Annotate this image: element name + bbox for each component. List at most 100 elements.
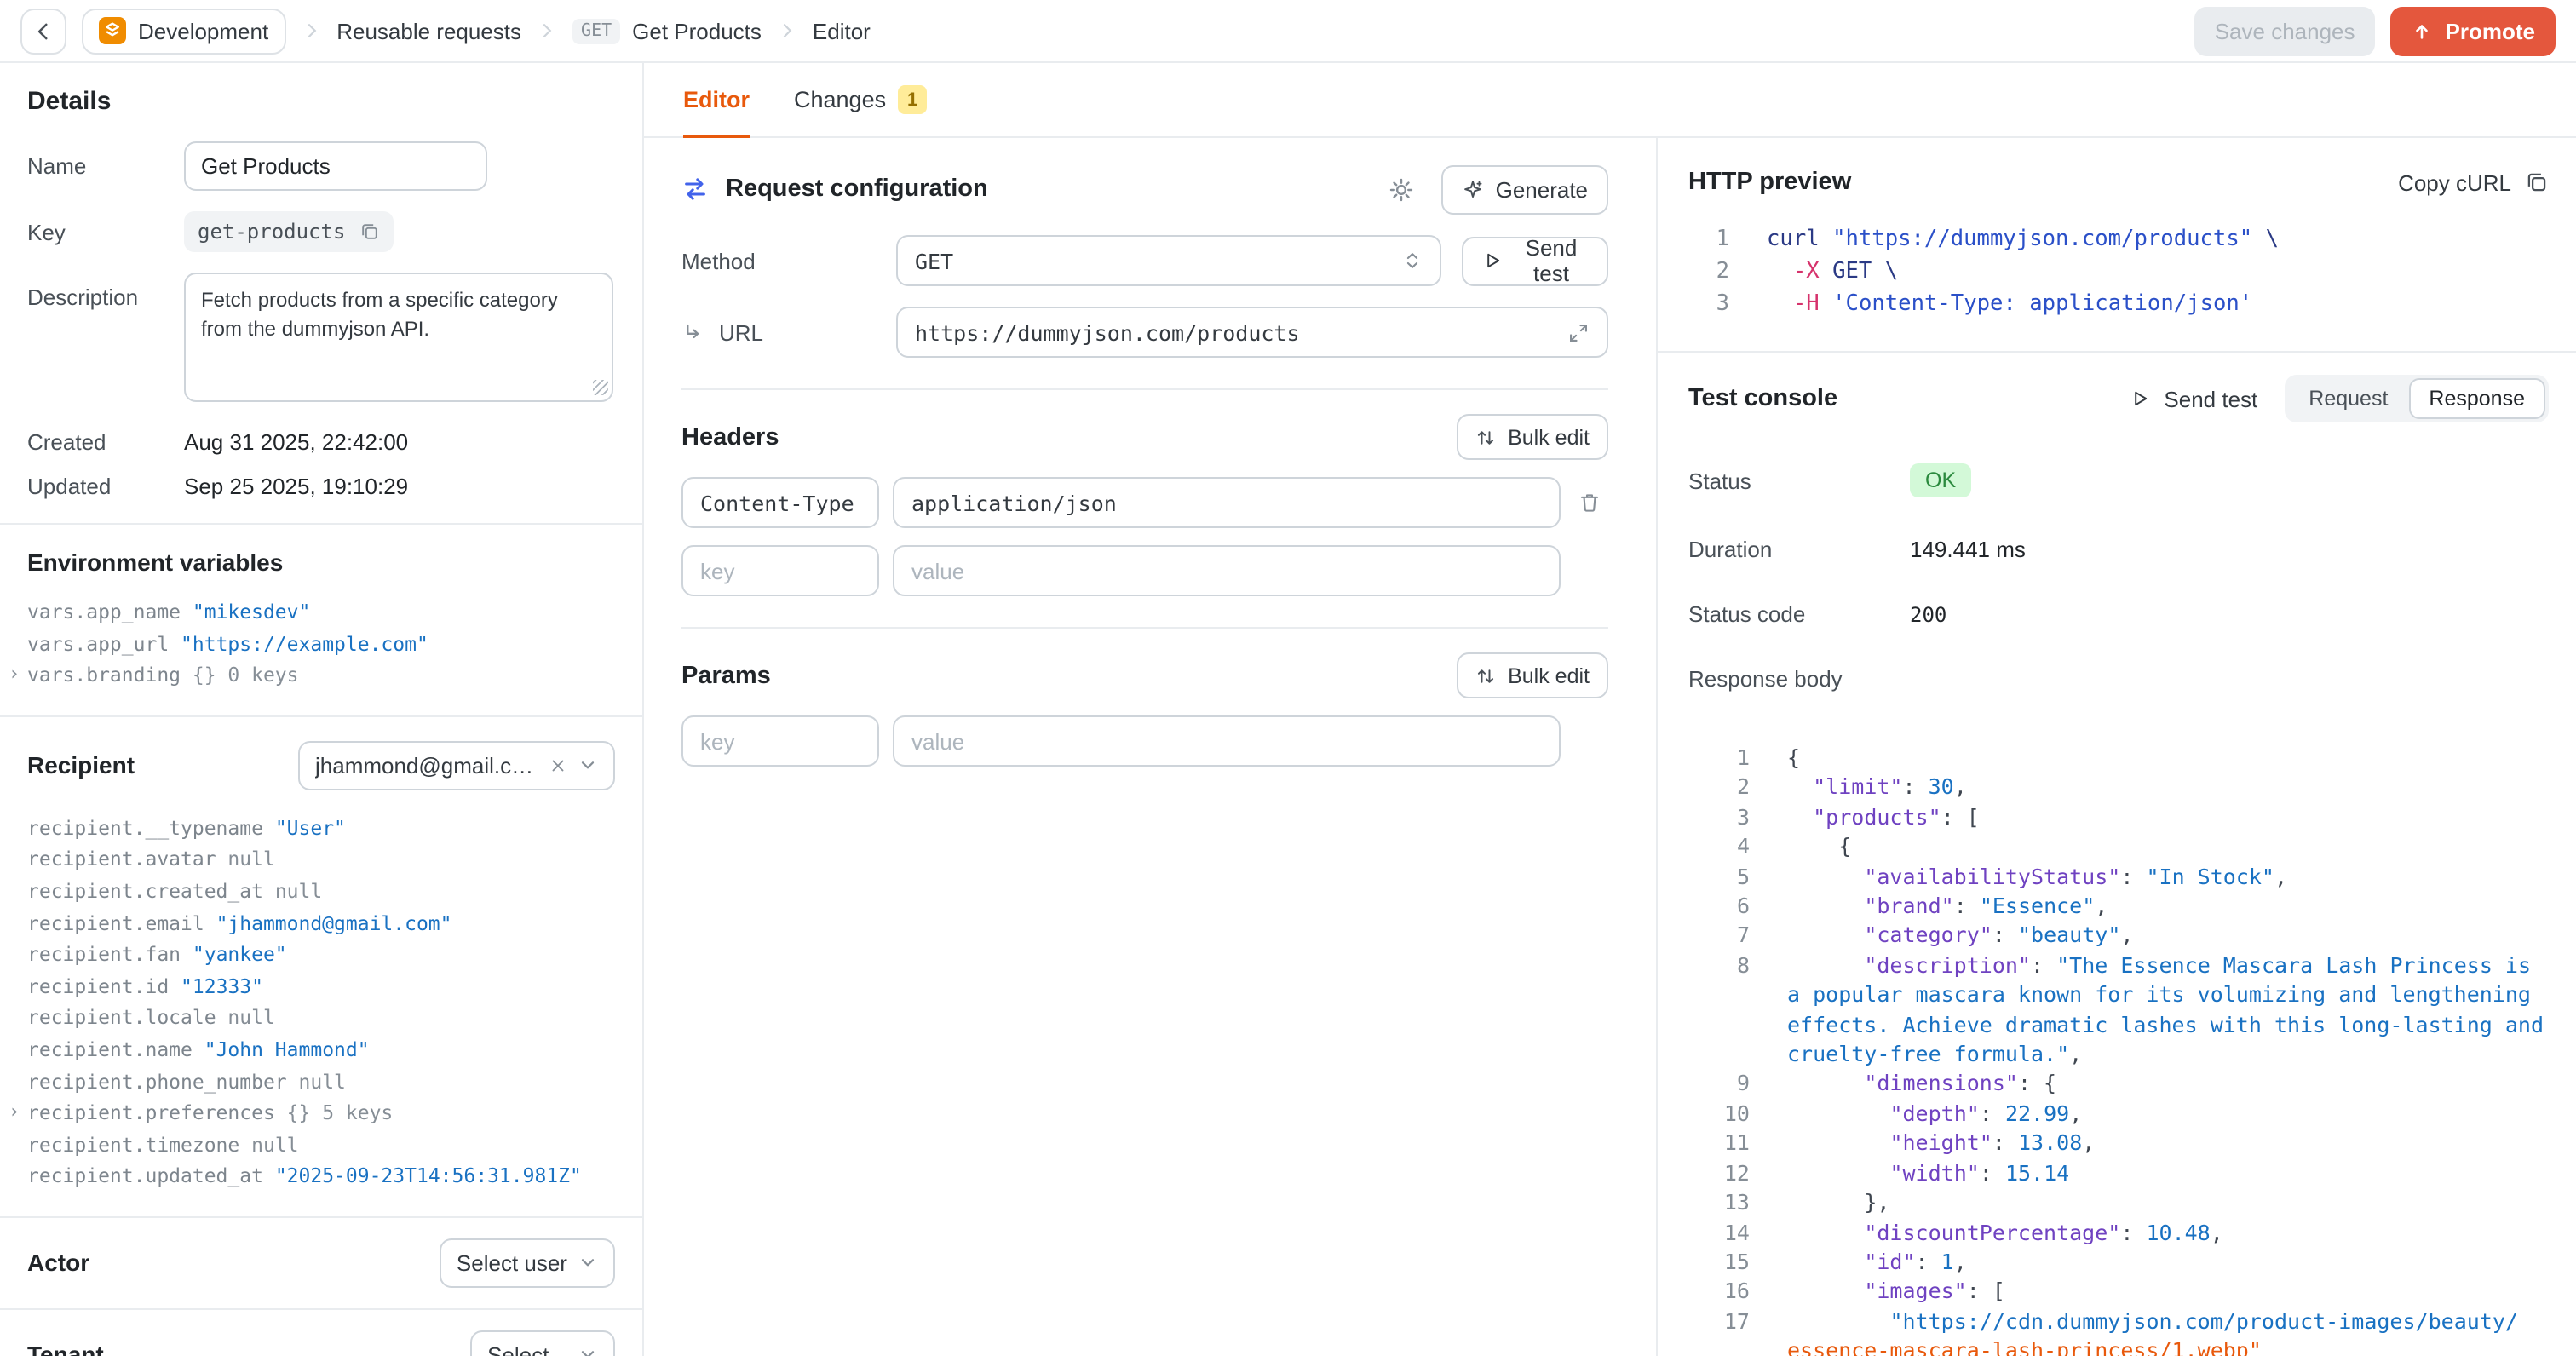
variable-row: recipient.fan "yankee" [27,939,615,970]
variable-row: vars.app_url "https://example.com" [27,628,615,659]
status-code-row: Status code 200 [1688,601,2549,627]
expand-chevron-icon[interactable]: › [9,1097,20,1129]
recipient-section: Recipient jhammond@gmail.com recipient._… [0,717,642,1216]
recipient-variables-list: recipient.__typename "User"recipient.ava… [27,813,615,1192]
back-button[interactable] [20,8,66,54]
header-row [681,477,1608,528]
description-textarea[interactable]: Fetch products from a specific category … [184,273,613,402]
bulk-edit-label: Bulk edit [1508,664,1590,687]
created-row: Created Aug 31 2025, 22:42:00 [27,429,615,455]
line-number: 15 [1688,1247,1750,1277]
recipient-select[interactable]: jhammond@gmail.com [298,741,615,790]
send-test-button[interactable]: Send test [1462,236,1608,285]
code-line: 12 "width": 15.14 [1688,1158,2549,1187]
copy-curl-button[interactable]: Copy cURL [2398,170,2549,195]
headers-title: Headers [681,423,779,451]
actor-section: Actor Select user [0,1218,642,1308]
variable-value: {} 0 keys [193,663,299,687]
clear-icon[interactable] [549,756,567,775]
recipient-title: Recipient [27,752,135,779]
url-input[interactable]: https://dummyjson.com/products [896,307,1608,358]
send-test-label: Send test [1515,235,1588,286]
headers-header: Headers Bulk edit [681,414,1608,460]
line-number: 12 [1688,1158,1750,1187]
created-label: Created [27,429,184,455]
tab-changes[interactable]: Changes 1 [794,63,927,136]
gear-icon[interactable] [1389,176,1414,202]
variable-value: "2025-09-23T14:56:31.981Z" [275,1164,582,1188]
variable-key: recipient.name [27,1037,204,1061]
tab-editor[interactable]: Editor [683,63,750,136]
line-number: 6 [1688,891,1750,921]
params-header: Params Bulk edit [681,652,1608,698]
tab-editor-label: Editor [683,87,750,112]
environment-variables-title: Environment variables [27,549,615,576]
name-input[interactable] [184,141,487,191]
tenant-placeholder: Select... [487,1342,567,1356]
details-sidebar: Details Name Key get-products Descriptio… [0,63,644,1356]
method-label: Method [681,248,896,273]
response-body-code-block: 1{2 "limit": 30,3 "products": [4 {5 "ava… [1688,743,2549,1356]
request-config-header: Request configuration Generate [681,164,1608,215]
param-key-input[interactable] [681,715,879,767]
header-key-input[interactable] [681,545,879,596]
copy-icon [2525,170,2549,194]
chevron-down-icon [578,1345,598,1356]
environment-label: Development [138,18,268,43]
variable-key: recipient.id [27,974,181,998]
copy-icon[interactable] [359,221,379,242]
play-icon [2130,388,2150,409]
variable-row: recipient.phone_number null [27,1066,615,1097]
variable-value: null [275,879,322,903]
variable-row: recipient.name "John Hammond" [27,1034,615,1066]
variable-value: "John Hammond" [204,1037,370,1061]
divider [1658,351,2576,353]
line-number: 17 [1688,1306,1750,1336]
breadcrumb-request[interactable]: GET Get Products [572,18,762,43]
variable-value: "12333" [181,974,263,998]
chevron-left-icon [32,20,55,42]
actor-select[interactable]: Select user [440,1238,615,1288]
variable-row: recipient.locale null [27,1003,615,1034]
tab-bar: Editor Changes 1 [644,63,2576,138]
resize-grip[interactable] [593,380,608,395]
variable-value: "mikesdev" [193,600,311,623]
arrow-branch-icon [681,321,704,343]
request-editor-panel: Request configuration Generate Method GE… [644,138,1656,1356]
generate-button[interactable]: Generate [1441,164,1608,214]
response-body-label: Response body [1688,666,1910,692]
save-changes-button[interactable]: Save changes [2194,6,2376,55]
code-line: 16 "images": [ [1688,1277,2549,1307]
variable-key: recipient.preferences [27,1100,287,1124]
promote-button[interactable]: Promote [2391,6,2556,55]
header-key-input[interactable] [681,477,879,528]
param-value-input[interactable] [893,715,1561,767]
status-label: Status [1688,468,1910,493]
test-console-header: Test console Send test Request Response [1688,373,2549,424]
line-number: 2 [1688,256,1729,288]
tenant-select[interactable]: Select... [470,1330,615,1356]
response-segment[interactable]: Response [2408,378,2545,419]
request-segment[interactable]: Request [2288,378,2408,419]
method-select[interactable]: GET [896,235,1441,286]
tenant-title: Tenant [27,1342,104,1356]
header-value-input[interactable] [893,477,1561,528]
variable-value: null [299,1069,346,1093]
params-bulk-edit-button[interactable]: Bulk edit [1457,652,1608,698]
expand-chevron-icon[interactable]: › [9,659,20,691]
environment-selector[interactable]: Development [82,8,285,54]
breadcrumb-reusable-requests[interactable]: Reusable requests [336,18,521,43]
tenant-section: Tenant Select... [0,1310,642,1356]
headers-bulk-edit-button[interactable]: Bulk edit [1457,414,1608,460]
code-line: 11 "height": 13.08, [1688,1129,2549,1158]
code-line: 10 "depth": 22.99, [1688,1099,2549,1129]
updated-label: Updated [27,474,184,499]
header-value-input[interactable] [893,545,1561,596]
line-number: 2 [1688,773,1750,802]
console-send-test-button[interactable]: Send test [2130,386,2257,411]
expand-icon[interactable] [1567,321,1590,343]
test-console-title: Test console [1688,385,2130,412]
variable-key: recipient.updated_at [27,1164,275,1188]
variable-value: "jhammond@gmail.com" [216,911,452,934]
delete-header-button[interactable] [1571,480,1608,525]
